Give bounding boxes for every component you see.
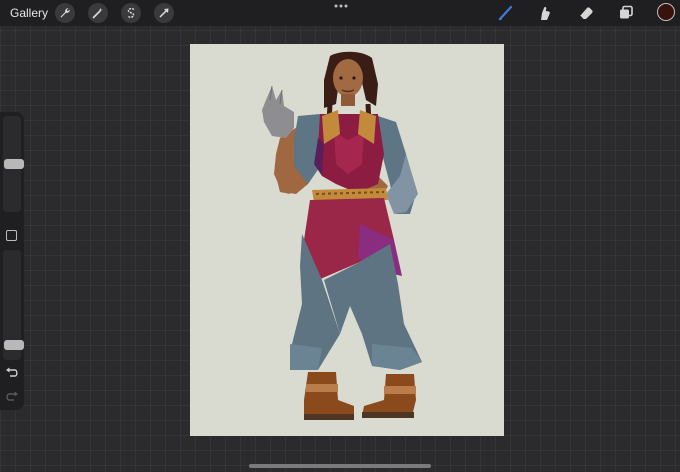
selection-button[interactable] [121,3,141,23]
gallery-button[interactable]: Gallery [10,6,48,20]
selection-s-icon [127,7,135,18]
left-sidebar [0,112,24,410]
wrench-icon [60,8,70,18]
character-illustration [262,51,422,420]
undo-icon[interactable] [5,367,19,379]
transform-button[interactable] [154,3,174,23]
layers-icon[interactable] [617,4,635,22]
brush-size-thumb[interactable] [4,159,24,169]
arrow-cursor-icon [159,8,169,18]
eraser-icon[interactable] [577,4,595,22]
opacity-thumb[interactable] [4,340,24,350]
square-modify-icon[interactable] [6,230,17,241]
brush-size-slider[interactable] [3,116,24,212]
smudge-finger-icon[interactable] [536,4,554,22]
opacity-slider[interactable] [3,250,24,360]
more-dots-icon[interactable] [333,3,349,9]
redo-icon[interactable] [5,391,19,403]
home-indicator [249,464,431,468]
drawing-canvas[interactable] [190,44,504,436]
magic-wand-icon [92,8,103,19]
actions-button[interactable] [55,3,75,23]
adjustments-button[interactable] [88,3,108,23]
color-picker-button[interactable] [657,3,675,21]
top-toolbar: Gallery [0,0,680,26]
brush-icon[interactable] [497,4,515,22]
